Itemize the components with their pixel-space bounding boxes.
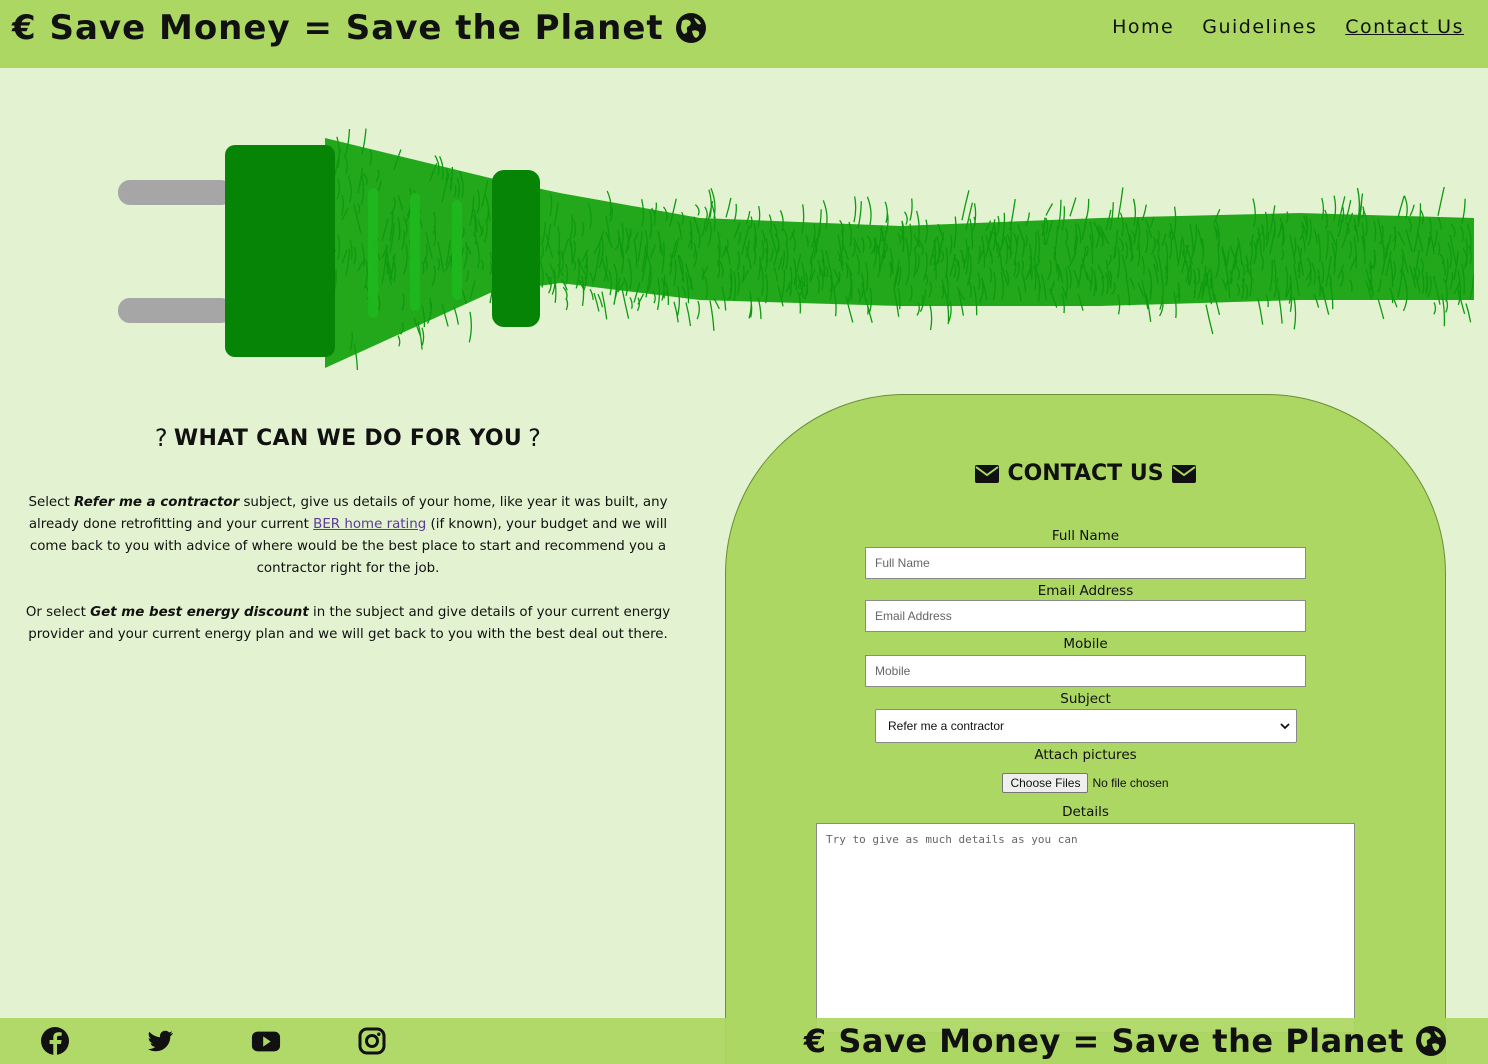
details-textarea[interactable]: Try to give as much details as you can: [816, 823, 1355, 1033]
question-icon: ?: [154, 424, 168, 452]
earth-icon: [675, 13, 706, 43]
main-nav: Home Guidelines Contact Us: [1112, 16, 1464, 38]
ber-rating-link[interactable]: BER home rating: [313, 517, 426, 532]
attach-label: Attach pictures: [1034, 747, 1137, 763]
info-paragraph-discount: Or select Get me best energy discount in…: [24, 602, 672, 646]
site-header: € Save Money = Save the Planet Home Guid…: [0, 0, 1488, 68]
full-name-input[interactable]: Full Name: [865, 547, 1306, 579]
info-heading: ? WHAT CAN WE DO FOR YOU ?: [24, 424, 672, 452]
text-run: Select: [28, 495, 75, 510]
full-name-placeholder: Full Name: [875, 556, 930, 570]
site-logo[interactable]: € Save Money = Save the Planet: [12, 8, 708, 48]
file-status: No file chosen: [1092, 776, 1169, 790]
subject-selected-value: Refer me a contractor: [888, 719, 1005, 733]
contact-title: CONTACT US: [1007, 461, 1164, 486]
file-input: Choose Files No file chosen: [726, 773, 1445, 793]
brand-title: € Save Money = Save the Planet: [12, 8, 664, 48]
details-label: Details: [1062, 804, 1109, 820]
email-label: Email Address: [1037, 583, 1134, 599]
youtube-icon[interactable]: [251, 1026, 281, 1056]
email-input[interactable]: Email Address: [865, 600, 1306, 632]
text-run: Or select: [25, 605, 91, 620]
subject-option-discount: Get me best energy discount: [90, 605, 309, 620]
nav-home[interactable]: Home: [1112, 16, 1174, 38]
chevron-down-icon: [1280, 723, 1290, 730]
footer-brand-title: € Save Money = Save the Planet: [803, 1022, 1404, 1060]
choose-files-button[interactable]: Choose Files: [1002, 773, 1089, 793]
twitter-icon[interactable]: [145, 1026, 175, 1056]
info-section: ? WHAT CAN WE DO FOR YOU ? Select Refer …: [24, 424, 672, 646]
info-title: WHAT CAN WE DO FOR YOU: [173, 425, 523, 451]
question-icon: ?: [528, 424, 542, 452]
envelope-icon: [1171, 464, 1196, 483]
nav-guidelines[interactable]: Guidelines: [1202, 16, 1317, 38]
contact-form-panel: CONTACT US Full Name Full Name Email Add…: [725, 394, 1446, 1064]
email-placeholder: Email Address: [875, 609, 952, 623]
subject-label: Subject: [1060, 691, 1111, 707]
green-plug-icon: [118, 128, 1475, 371]
instagram-icon[interactable]: [357, 1026, 387, 1056]
info-paragraph-contractor: Select Refer me a contractor subject, gi…: [24, 492, 672, 580]
subject-select[interactable]: Refer me a contractor: [875, 709, 1297, 743]
footer-logo[interactable]: € Save Money = Save the Planet: [804, 1022, 1448, 1060]
nav-contact-us[interactable]: Contact Us: [1345, 16, 1464, 38]
facebook-icon[interactable]: [40, 1026, 70, 1056]
mobile-placeholder: Mobile: [875, 664, 911, 678]
full-name-label: Full Name: [1051, 528, 1120, 544]
site-footer: € Save Money = Save the Planet: [0, 1018, 1488, 1064]
mobile-input[interactable]: Mobile: [865, 655, 1306, 687]
earth-icon: [1416, 1026, 1446, 1056]
contact-heading: CONTACT US: [726, 461, 1445, 486]
mobile-label: Mobile: [1063, 636, 1108, 652]
details-placeholder: Try to give as much details as you can: [826, 833, 1078, 846]
envelope-icon: [975, 464, 1000, 483]
subject-option-contractor: Refer me a contractor: [74, 495, 240, 510]
